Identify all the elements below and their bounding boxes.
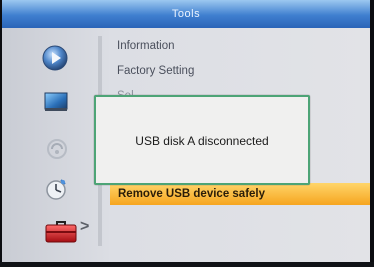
page-title: Tools	[171, 8, 201, 20]
dialog-message: USB disk A disconnected	[135, 134, 269, 148]
media-player-icon[interactable]	[42, 45, 68, 71]
title-bar: Tools	[2, 0, 370, 28]
tools-toolbox-icon[interactable]	[44, 218, 78, 244]
menu-item-information[interactable]: Information	[117, 37, 175, 55]
submenu-arrow-icon: >	[80, 218, 90, 235]
screen-bottom-edge	[0, 262, 374, 267]
network-icon[interactable]	[46, 138, 68, 160]
menu-item-label: Remove USB device safely	[118, 188, 266, 200]
picture-icon[interactable]	[44, 92, 68, 112]
timer-icon[interactable]	[44, 177, 68, 201]
menu-item-remove-usb-selected[interactable]: Remove USB device safely	[110, 183, 370, 205]
menu-item-factory-setting[interactable]: Factory Setting	[117, 62, 194, 80]
usb-disconnected-dialog: USB disk A disconnected	[94, 95, 310, 185]
tv-screen: Tools > Information Factory Setting Remo…	[2, 0, 370, 262]
